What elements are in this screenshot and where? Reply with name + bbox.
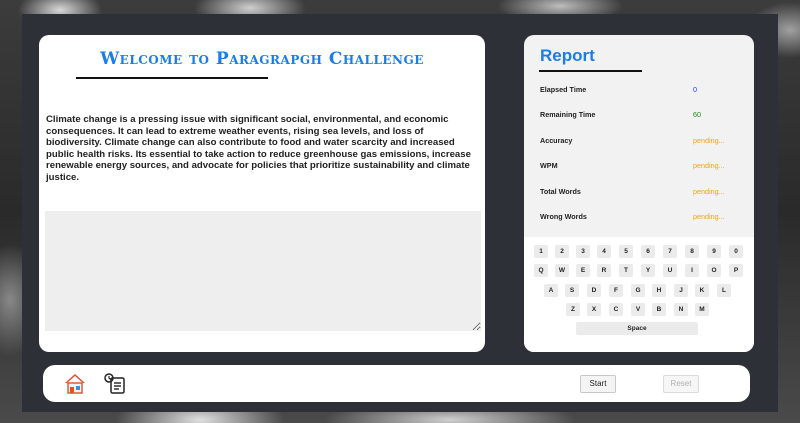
- key-l[interactable]: L: [717, 284, 731, 297]
- key-w[interactable]: W: [555, 264, 569, 277]
- stat-label-accuracy: Accuracy: [540, 136, 573, 145]
- page-title: Welcome to Paragrapgh Challenge: [100, 49, 424, 69]
- typing-input[interactable]: [45, 211, 481, 331]
- start-button[interactable]: Start: [580, 375, 616, 393]
- key-x[interactable]: X: [587, 303, 601, 316]
- title-divider: [76, 77, 268, 79]
- stat-label-total-words: Total Words: [540, 187, 581, 196]
- key-4[interactable]: 4: [597, 245, 611, 258]
- key-k[interactable]: K: [695, 284, 709, 297]
- report-title: Report: [540, 46, 595, 65]
- key-6[interactable]: 6: [641, 245, 655, 258]
- key-9[interactable]: 9: [707, 245, 721, 258]
- key-p[interactable]: P: [729, 264, 743, 277]
- key-2[interactable]: 2: [555, 245, 569, 258]
- report-panel: Report Elapsed Time 0 Remaining Time 60 …: [524, 35, 754, 352]
- stat-value-remaining-time: 60: [693, 110, 701, 119]
- stat-label-wrong-words: Wrong Words: [540, 212, 587, 221]
- stat-label-wpm: WPM: [540, 161, 558, 170]
- key-d[interactable]: D: [587, 284, 601, 297]
- challenge-paragraph: Climate change is a pressing issue with …: [46, 114, 471, 183]
- key-y[interactable]: Y: [641, 264, 655, 277]
- bottom-toolbar: Start Reset: [43, 365, 750, 402]
- report-title-divider: [539, 70, 642, 72]
- key-f[interactable]: F: [609, 284, 623, 297]
- stat-label-elapsed-time: Elapsed Time: [540, 85, 587, 94]
- virtual-keyboard: 1 2 3 4 5 6 7 8 9 0 Q W E R T Y U I O P …: [524, 237, 754, 352]
- key-e[interactable]: E: [576, 264, 590, 277]
- task-list-icon[interactable]: [103, 372, 127, 394]
- key-g[interactable]: G: [631, 284, 645, 297]
- key-v[interactable]: V: [631, 303, 645, 316]
- key-b[interactable]: B: [652, 303, 666, 316]
- home-icon[interactable]: [63, 372, 87, 394]
- stat-value-wpm: pending...: [693, 161, 725, 170]
- key-0[interactable]: 0: [729, 245, 743, 258]
- stat-label-remaining-time: Remaining Time: [540, 110, 596, 119]
- key-7[interactable]: 7: [663, 245, 677, 258]
- key-3[interactable]: 3: [576, 245, 590, 258]
- key-z[interactable]: Z: [566, 303, 580, 316]
- key-h[interactable]: H: [652, 284, 666, 297]
- key-a[interactable]: A: [544, 284, 558, 297]
- key-u[interactable]: U: [663, 264, 677, 277]
- stat-value-accuracy: pending...: [693, 136, 725, 145]
- stat-value-wrong-words: pending...: [693, 212, 725, 221]
- key-i[interactable]: I: [685, 264, 699, 277]
- key-j[interactable]: J: [674, 284, 688, 297]
- key-t[interactable]: T: [619, 264, 633, 277]
- reset-button[interactable]: Reset: [663, 375, 699, 393]
- key-o[interactable]: O: [707, 264, 721, 277]
- key-q[interactable]: Q: [534, 264, 548, 277]
- key-n[interactable]: N: [674, 303, 688, 316]
- key-8[interactable]: 8: [685, 245, 699, 258]
- stat-value-total-words: pending...: [693, 187, 725, 196]
- key-5[interactable]: 5: [619, 245, 633, 258]
- stat-value-elapsed-time: 0: [693, 85, 697, 94]
- key-r[interactable]: R: [597, 264, 611, 277]
- key-1[interactable]: 1: [534, 245, 548, 258]
- challenge-card: Welcome to Paragrapgh Challenge Climate …: [39, 35, 485, 352]
- key-space[interactable]: Space: [576, 322, 698, 335]
- key-c[interactable]: C: [609, 303, 623, 316]
- key-s[interactable]: S: [565, 284, 579, 297]
- key-m[interactable]: M: [695, 303, 709, 316]
